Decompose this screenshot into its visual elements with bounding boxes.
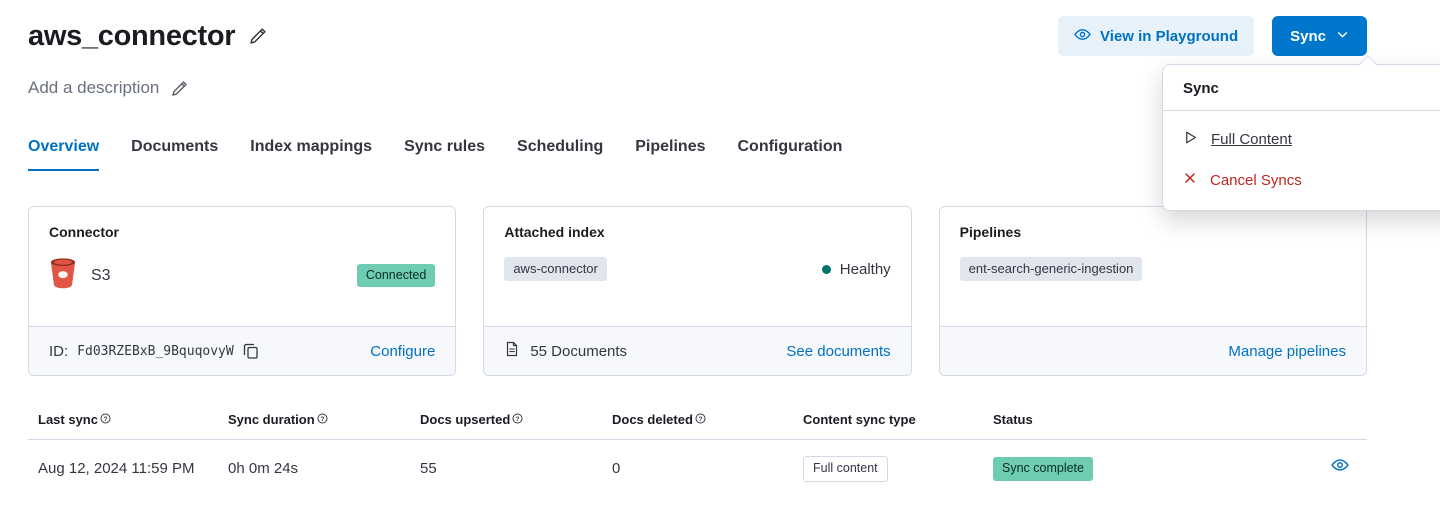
view-in-playground-button[interactable]: View in Playground bbox=[1058, 16, 1254, 56]
connected-status-badge: Connected bbox=[357, 264, 435, 288]
view-sync-details-eye-icon[interactable] bbox=[1331, 456, 1349, 474]
info-icon[interactable]: ? bbox=[317, 412, 328, 427]
health-dot-icon bbox=[822, 265, 831, 274]
svg-text:?: ? bbox=[516, 416, 520, 423]
health-status-label: Healthy bbox=[840, 261, 891, 278]
attached-index-card-title: Attached index bbox=[504, 224, 890, 240]
cell-docs-upserted: 55 bbox=[410, 440, 602, 496]
pipeline-name-badge: ent-search-generic-ingestion bbox=[960, 257, 1143, 281]
chevron-down-icon bbox=[1336, 28, 1349, 45]
cell-status: Sync complete bbox=[983, 440, 1311, 496]
index-health: Healthy bbox=[822, 261, 891, 278]
sync-history-row: Aug 12, 2024 11:59 PM 0h 0m 24s 55 0 Ful… bbox=[28, 440, 1367, 496]
sync-popover: Sync Full Content Cancel Syncs bbox=[1162, 64, 1440, 211]
edit-description-pencil-icon[interactable] bbox=[171, 80, 188, 97]
connector-name: S3 bbox=[91, 267, 111, 285]
page-header: aws_connector View in Playground Sync bbox=[28, 16, 1367, 56]
copy-icon[interactable] bbox=[243, 343, 259, 359]
cancel-syncs-label: Cancel Syncs bbox=[1210, 172, 1302, 189]
cell-sync-duration: 0h 0m 24s bbox=[218, 440, 410, 496]
pipelines-card: Pipelines ent-search-generic-ingestion M… bbox=[939, 206, 1367, 376]
tab-index-mappings[interactable]: Index mappings bbox=[250, 138, 372, 171]
cell-content-sync-type: Full content bbox=[793, 440, 983, 496]
configure-link[interactable]: Configure bbox=[370, 343, 435, 360]
info-icon[interactable]: ? bbox=[695, 412, 706, 427]
connector-card: Connector S3 Connected bbox=[28, 206, 456, 376]
svg-text:?: ? bbox=[320, 416, 324, 423]
connector-card-title: Connector bbox=[49, 224, 435, 240]
tab-configuration[interactable]: Configuration bbox=[738, 138, 843, 171]
pipelines-card-title: Pipelines bbox=[960, 224, 1346, 240]
manage-pipelines-link[interactable]: Manage pipelines bbox=[1228, 343, 1346, 360]
see-documents-link[interactable]: See documents bbox=[786, 343, 890, 360]
play-icon bbox=[1183, 130, 1198, 149]
sync-button-label: Sync bbox=[1290, 28, 1326, 45]
sync-popover-title: Sync bbox=[1163, 65, 1440, 111]
cell-view-details bbox=[1311, 440, 1367, 496]
col-sync-duration: Sync duration? bbox=[218, 402, 410, 440]
col-docs-deleted: Docs deleted? bbox=[602, 402, 793, 440]
tab-overview[interactable]: Overview bbox=[28, 138, 99, 171]
tab-sync-rules[interactable]: Sync rules bbox=[404, 138, 485, 171]
attached-index-card: Attached index aws-connector Healthy 55 … bbox=[483, 206, 911, 376]
svg-text:?: ? bbox=[103, 416, 107, 423]
connector-id-value: Fd03RZEBxB_9BquqovyW bbox=[77, 344, 234, 359]
eye-icon bbox=[1074, 26, 1091, 47]
col-actions bbox=[1311, 402, 1367, 440]
connector-id-label: ID: bbox=[49, 343, 68, 360]
menu-item-cancel-syncs[interactable]: Cancel Syncs bbox=[1163, 160, 1440, 200]
header-actions: View in Playground Sync bbox=[1058, 16, 1367, 56]
index-name-badge: aws-connector bbox=[504, 257, 607, 281]
sync-history-table: Last sync? Sync duration? Docs upserted?… bbox=[28, 402, 1367, 496]
edit-title-pencil-icon[interactable] bbox=[249, 27, 267, 45]
table-header-row: Last sync? Sync duration? Docs upserted?… bbox=[28, 402, 1367, 440]
svg-text:?: ? bbox=[698, 416, 702, 423]
view-in-playground-label: View in Playground bbox=[1100, 28, 1238, 45]
x-icon bbox=[1183, 171, 1197, 189]
info-icon[interactable]: ? bbox=[100, 412, 111, 427]
col-docs-upserted: Docs upserted? bbox=[410, 402, 602, 440]
sync-type-badge: Full content bbox=[803, 456, 888, 482]
sync-status-badge: Sync complete bbox=[993, 457, 1093, 481]
documents-count: 55 Documents bbox=[530, 343, 627, 360]
cell-docs-deleted: 0 bbox=[602, 440, 793, 496]
page-title: aws_connector bbox=[28, 20, 235, 53]
s3-logo-icon bbox=[49, 257, 77, 294]
document-icon bbox=[504, 341, 520, 361]
tab-pipelines[interactable]: Pipelines bbox=[635, 138, 705, 171]
col-content-sync-type: Content sync type bbox=[793, 402, 983, 440]
info-icon[interactable]: ? bbox=[512, 412, 523, 427]
sync-button[interactable]: Sync bbox=[1272, 16, 1367, 56]
col-last-sync: Last sync? bbox=[28, 402, 218, 440]
cell-last-sync: Aug 12, 2024 11:59 PM bbox=[28, 440, 218, 496]
tab-documents[interactable]: Documents bbox=[131, 138, 218, 171]
title-wrap: aws_connector bbox=[28, 20, 267, 53]
sync-menu: Full Content Cancel Syncs bbox=[1163, 111, 1440, 210]
description-placeholder: Add a description bbox=[28, 78, 159, 98]
tab-scheduling[interactable]: Scheduling bbox=[517, 138, 603, 171]
full-content-label: Full Content bbox=[1211, 131, 1292, 148]
summary-cards: Connector S3 Connected bbox=[28, 206, 1367, 376]
menu-item-full-content[interactable]: Full Content bbox=[1163, 119, 1440, 160]
col-status: Status bbox=[983, 402, 1311, 440]
